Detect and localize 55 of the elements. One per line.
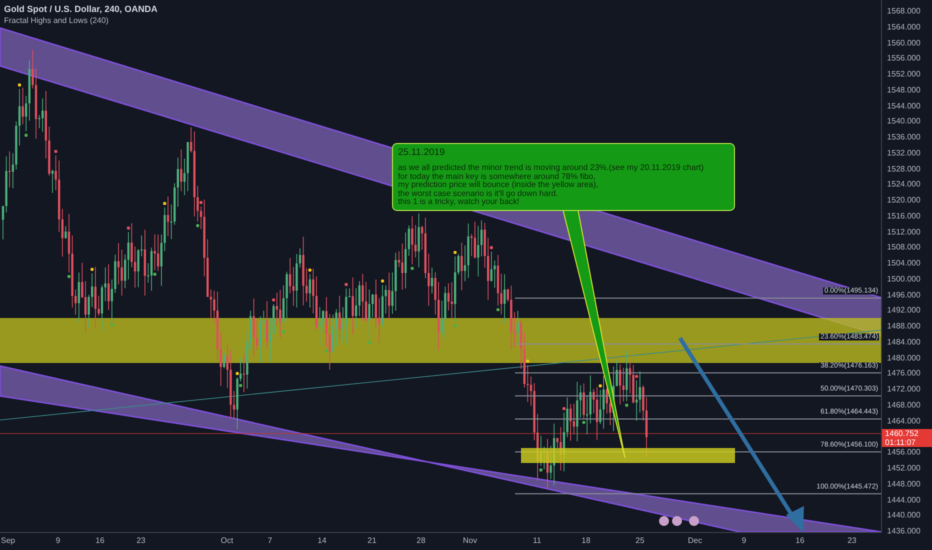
price-tick: 1556.000 — [887, 54, 920, 63]
price-tick: 1464.000 — [887, 416, 920, 426]
price-tick: 1528.000 — [887, 164, 920, 174]
time-tick: 28 — [416, 536, 426, 545]
time-tick: 11 — [532, 536, 542, 545]
price-tick: 1520.000 — [887, 196, 920, 205]
price-tick: 1516.000 — [887, 211, 920, 220]
time-tick: 25 — [636, 536, 644, 545]
time-tick: Sep — [0, 536, 16, 545]
price-tick: 1484.000 — [887, 337, 920, 346]
time-tick: 9 — [56, 536, 60, 545]
price-tick: 1564.000 — [887, 22, 920, 32]
price-tick: 1476.000 — [887, 368, 920, 378]
price-tick: 1512.000 — [887, 227, 920, 236]
indicator-label: Fractal Highs and Lows (240) — [4, 16, 110, 25]
price-tick: 1508.000 — [887, 242, 920, 252]
price-tick: 1544.000 — [887, 101, 920, 110]
time-tick: 23 — [848, 536, 856, 545]
last-price-badge: 1460.752 — [882, 428, 932, 438]
price-tick: 1560.000 — [887, 38, 920, 48]
time-tick: 21 — [368, 536, 376, 545]
time-tick: Nov — [462, 536, 478, 545]
time-tick: 7 — [268, 536, 272, 545]
time-tick: 14 — [318, 536, 326, 545]
price-tick: 1496.000 — [887, 290, 920, 300]
price-tick: 1532.000 — [887, 148, 920, 158]
time-tick: Oct — [220, 536, 234, 545]
price-tick: 1488.000 — [887, 322, 920, 331]
note-text: as we all predicted the minor trend is moving around 23%.(see my 20.11.2019 chart) for today the main key is somewhere around 78% fibo, my prediction price will bounce (inside the yellow area), the worst case scenario is it'll go down hard. this 1 is a tricky, watch your back! — [398, 164, 705, 207]
price-tick: 1536.000 — [887, 132, 920, 142]
price-tick: 1444.000 — [887, 495, 920, 504]
time-tick: Dec — [688, 536, 702, 545]
time-tick: 23 — [136, 536, 146, 545]
note-date: 25.11.2019 — [398, 147, 446, 158]
price-tick: 1548.000 — [887, 85, 920, 94]
price-tick: 1500.000 — [887, 274, 920, 284]
time-tick: 18 — [582, 536, 590, 545]
price-tick: 1480.000 — [887, 353, 920, 362]
price-tick: 1452.000 — [887, 464, 920, 473]
price-tick: 1436.000 — [887, 526, 920, 536]
price-tick: 1552.000 — [887, 70, 920, 79]
price-tick: 1468.000 — [887, 400, 920, 410]
price-tick: 1568.000 — [887, 6, 920, 16]
price-tick: 1524.000 — [887, 180, 920, 189]
price-tick: 1504.000 — [887, 258, 920, 268]
time-tick: 9 — [742, 536, 746, 545]
price-tick: 1440.000 — [887, 510, 920, 520]
symbol-title: Gold Spot / U.S. Dollar, 240, OANDA — [4, 4, 158, 14]
price-tick: 1492.000 — [887, 306, 920, 315]
time-tick: 16 — [796, 536, 804, 545]
time-tick: 16 — [96, 536, 104, 545]
price-tick: 1456.000 — [887, 448, 920, 457]
price-tick: 1540.000 — [887, 116, 920, 126]
price-tick: 1472.000 — [887, 384, 920, 394]
price-tick: 1448.000 — [887, 479, 920, 488]
